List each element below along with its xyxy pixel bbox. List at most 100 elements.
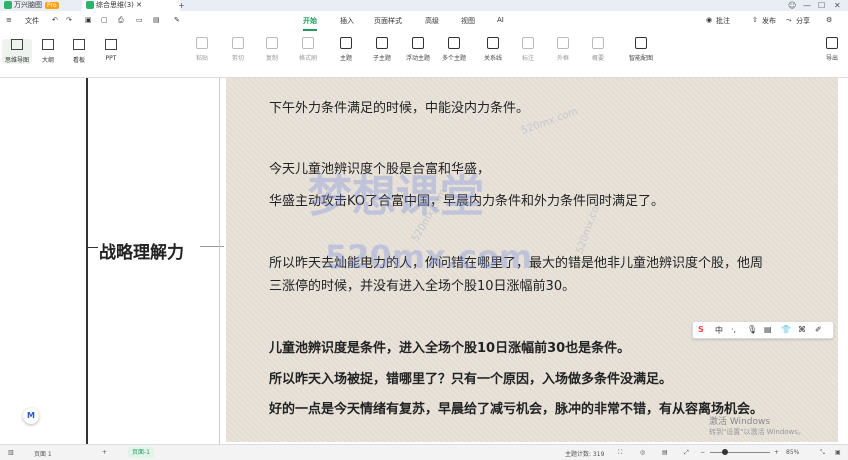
cut-label: 剪切	[231, 55, 244, 62]
tab-view[interactable]: 视图	[461, 16, 475, 26]
pen-icon[interactable]: ✐	[815, 325, 822, 334]
keyboard-icon[interactable]: ▤	[764, 325, 772, 334]
note-line-7: 所以昨天入场被捉，错哪里了？只有一个原因，入场做多条件没满足。	[269, 372, 673, 387]
skin-icon[interactable]: 👕	[781, 325, 791, 334]
fullscreen-icon[interactable]: ⤢	[684, 449, 689, 457]
multi-topic-button[interactable]: 多个主题	[439, 37, 469, 62]
undo-icon[interactable]: ↶	[52, 16, 58, 24]
mic-icon[interactable]: 🎙	[747, 325, 757, 334]
word-count: 主题计数: 319	[565, 451, 605, 458]
add-tab-button[interactable]: +	[178, 0, 185, 11]
share-icon[interactable]: ⤳	[786, 16, 792, 25]
ppt-icon	[105, 39, 117, 50]
zoom-out-icon[interactable]: −	[700, 449, 705, 456]
zoom-slider[interactable]	[710, 452, 770, 453]
print-icon[interactable]: ⎙	[118, 16, 124, 25]
ribbon-toolbar: 思维导图 大纲 看板 PPT 粘贴 剪切 复制 格式刷 主题 子主题 浮动主题 …	[0, 31, 848, 78]
settings-icon[interactable]: ⚙	[826, 16, 832, 24]
note-line-3: 华盛主动攻击KO了合富中国，早晨内力条件和外力条件同时满足了。	[269, 194, 665, 209]
cut-button[interactable]: 剪切	[223, 37, 253, 62]
smart-image-button[interactable]: 智能配图	[621, 37, 661, 62]
close-window-icon[interactable]: ✕	[834, 0, 841, 11]
review-icon[interactable]: ◉	[706, 16, 712, 24]
relation-line-icon	[487, 37, 499, 49]
panel-toggle-icon[interactable]: ▣	[835, 449, 841, 456]
paste-button[interactable]: 粘贴	[187, 37, 217, 62]
summary-button[interactable]: 概要	[583, 37, 613, 62]
user-avatar-icon[interactable]: ☺	[788, 0, 796, 11]
brush-icon	[302, 37, 314, 49]
assistant-floating-icon[interactable]: M	[23, 408, 39, 424]
app-tab[interactable]: 万兴脑图 Pro	[0, 0, 86, 11]
doc-tab[interactable]: 综合思维(3) ✕	[82, 0, 180, 11]
topic-icon	[340, 37, 352, 49]
save-icon[interactable]: ▣	[85, 16, 92, 24]
tab-ai[interactable]: AI	[497, 16, 504, 24]
add-page-icon[interactable]: +	[102, 449, 107, 456]
zoom-in-icon[interactable]: +	[774, 449, 779, 456]
close-tab-icon[interactable]: ✕	[136, 1, 142, 9]
zoom-slider-handle[interactable]	[722, 449, 728, 455]
focus-icon[interactable]: ◎	[640, 449, 645, 456]
subtopic-button[interactable]: 子主题	[367, 37, 397, 62]
topic-button[interactable]: 主题	[331, 37, 361, 62]
export-icon[interactable]: ▭	[136, 16, 143, 24]
file-menu[interactable]: 文件	[25, 16, 39, 26]
publish-icon[interactable]: ⇧	[752, 16, 758, 24]
copy-button[interactable]: 复制	[257, 37, 287, 62]
relation-button[interactable]: 关系线	[478, 37, 508, 62]
callout-button[interactable]: 标注	[513, 37, 543, 62]
tab-advanced[interactable]: 高级	[425, 16, 439, 26]
callout-label: 标注	[521, 55, 534, 62]
page-list-icon[interactable]: ▥	[8, 449, 14, 456]
boundary-button[interactable]: 外框	[548, 37, 578, 62]
floating-topic-button[interactable]: 浮动主题	[403, 37, 433, 62]
maximize-icon[interactable]: ☐	[818, 0, 825, 11]
tab-page-style[interactable]: 页面样式	[374, 16, 402, 26]
topic-label: 主题	[339, 55, 352, 62]
view-outline-button[interactable]: 大纲	[33, 39, 63, 64]
view-ppt-button[interactable]: PPT	[96, 39, 126, 62]
topic-node[interactable]: 战略理解力	[99, 238, 184, 263]
view-kanban-label: 看板	[72, 57, 85, 64]
edit-icon[interactable]: ✎	[174, 16, 180, 24]
expand-icon[interactable]: ⤡	[820, 449, 825, 457]
publish-button[interactable]: 发布	[762, 16, 776, 26]
smart-image-icon	[635, 37, 647, 49]
tab-start[interactable]: 开始	[303, 16, 317, 31]
zoom-level[interactable]: 85%	[786, 449, 799, 456]
smart-image-label: 智能配图	[628, 55, 653, 62]
note-line-5: 三涨停的时候，并没有进入全场个股10日涨幅前30。	[269, 279, 576, 294]
review-button[interactable]: 批注	[716, 16, 730, 26]
redo-icon[interactable]: ↷	[66, 16, 72, 24]
tab-insert[interactable]: 插入	[340, 16, 354, 26]
page-selector[interactable]: 页面 1	[34, 449, 52, 458]
view-mindmap-button[interactable]: 思维导图	[2, 39, 32, 64]
export-button[interactable]: 导出	[817, 37, 847, 62]
fit-icon[interactable]: ⛶	[618, 449, 622, 457]
page-tab[interactable]: 页面-1	[128, 447, 154, 458]
paste-icon	[196, 37, 208, 49]
open-icon[interactable]: ▢	[101, 16, 108, 24]
minimize-icon[interactable]: —	[803, 0, 811, 11]
share-button[interactable]: 分享	[796, 16, 810, 26]
chinese-mode-icon[interactable]: 中	[715, 325, 723, 336]
punctuation-icon[interactable]: ·,	[731, 325, 736, 334]
toolbox-icon[interactable]: ⌘	[798, 325, 806, 334]
folder-icon[interactable]: ▤	[153, 16, 160, 24]
export-label: 导出	[825, 55, 838, 62]
boundary-label: 外框	[556, 55, 569, 62]
paste-label: 粘贴	[195, 55, 208, 62]
note-line-2: 今天儿童池辨识度个股是合富和华盛，	[269, 162, 491, 177]
outline-toggle-icon[interactable]: ▤	[662, 449, 668, 456]
boundary-icon	[557, 37, 569, 49]
sogou-icon[interactable]: S	[698, 325, 704, 334]
menu-icon[interactable]: ≡	[6, 16, 12, 24]
format-painter-button[interactable]: 格式刷	[293, 37, 323, 62]
copy-label: 复制	[265, 55, 278, 62]
format-painter-label: 格式刷	[298, 55, 317, 62]
subtopic-label: 子主题	[372, 55, 391, 62]
view-kanban-button[interactable]: 看板	[64, 39, 94, 64]
menu-bar: ≡ 文件 ↶ ↷ ▣ ▢ ⎙ ▭ ▤ ✎ 开始 插入 页面样式 高级 视图 AI…	[0, 11, 848, 31]
pro-badge: Pro	[45, 2, 59, 9]
